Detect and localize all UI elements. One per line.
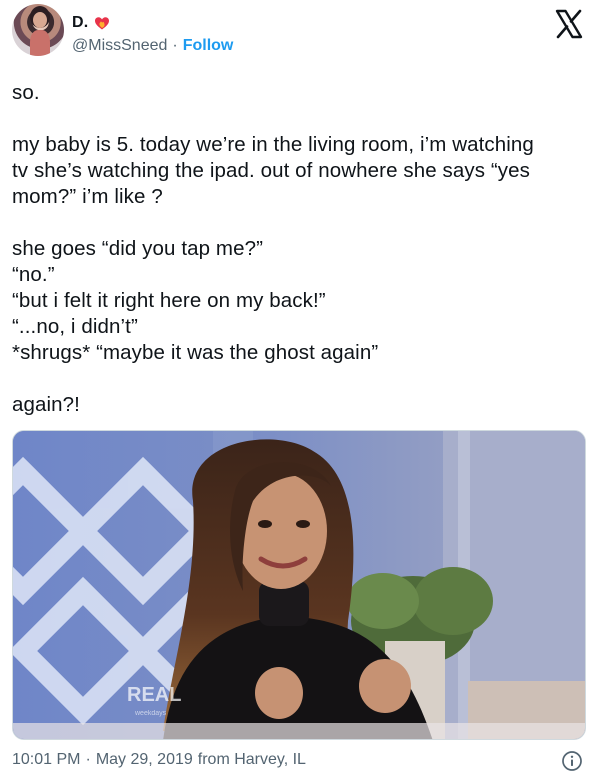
flaming-heart-icon xyxy=(94,15,110,31)
follow-button[interactable]: Follow xyxy=(183,37,234,55)
media-sub-watermark: weekdays xyxy=(134,710,167,717)
tweet-time[interactable]: 10:01 PM xyxy=(12,751,80,769)
tweet-paragraph: she goes “did you tap me?” “no.” “but i … xyxy=(12,236,592,366)
tweet-paragraph: again?! xyxy=(12,392,592,418)
tweet-paragraph: my baby is 5. today we’re in the living … xyxy=(12,132,592,210)
tweet-footer: 10:01 PM · May 29, 2019 from Harvey, IL xyxy=(12,748,306,772)
name-row: D. xyxy=(72,12,110,34)
tweet-card: D. @MissSneed · Follow so. my baby is 5.… xyxy=(0,0,600,778)
tweet-line: she goes “did you tap me?” xyxy=(12,237,264,260)
media-watermark: REAL xyxy=(127,684,181,706)
tweet-line: so. xyxy=(12,81,40,104)
tweet-line: “but i felt it right here on my back!” xyxy=(12,289,326,312)
footer-separator: · xyxy=(85,751,91,768)
tweet-location: from Harvey, IL xyxy=(197,751,306,768)
avatar[interactable] xyxy=(12,4,64,56)
tweet-line: mom?” i’m like ? xyxy=(12,185,163,208)
handle-row: @MissSneed · Follow xyxy=(72,37,233,55)
tweet-line: *shrugs* “maybe it was the ghost again” xyxy=(12,341,379,364)
tweet-line: tv she’s watching the ipad. out of nowhe… xyxy=(12,159,531,182)
avatar-figure-head xyxy=(33,12,47,28)
info-icon[interactable] xyxy=(561,750,583,772)
avatar-figure-body xyxy=(30,30,50,56)
handle-separator: · xyxy=(172,37,178,54)
tweet-media-image[interactable]: REAL weekdays xyxy=(12,430,586,740)
tweet-text: so. my baby is 5. today we’re in the liv… xyxy=(12,80,592,444)
tweet-line: my baby is 5. today we’re in the living … xyxy=(12,133,534,156)
display-name[interactable]: D. xyxy=(72,14,88,32)
tweet-line: “no.” xyxy=(12,263,55,286)
tweet-date[interactable]: May 29, 2019 xyxy=(96,751,193,769)
x-logo-icon[interactable] xyxy=(554,9,584,39)
tweet-paragraph: so. xyxy=(12,80,592,106)
tweet-line: again?! xyxy=(12,393,80,416)
user-handle[interactable]: @MissSneed xyxy=(72,37,167,55)
tweet-line: “...no, i didn’t” xyxy=(12,315,138,338)
